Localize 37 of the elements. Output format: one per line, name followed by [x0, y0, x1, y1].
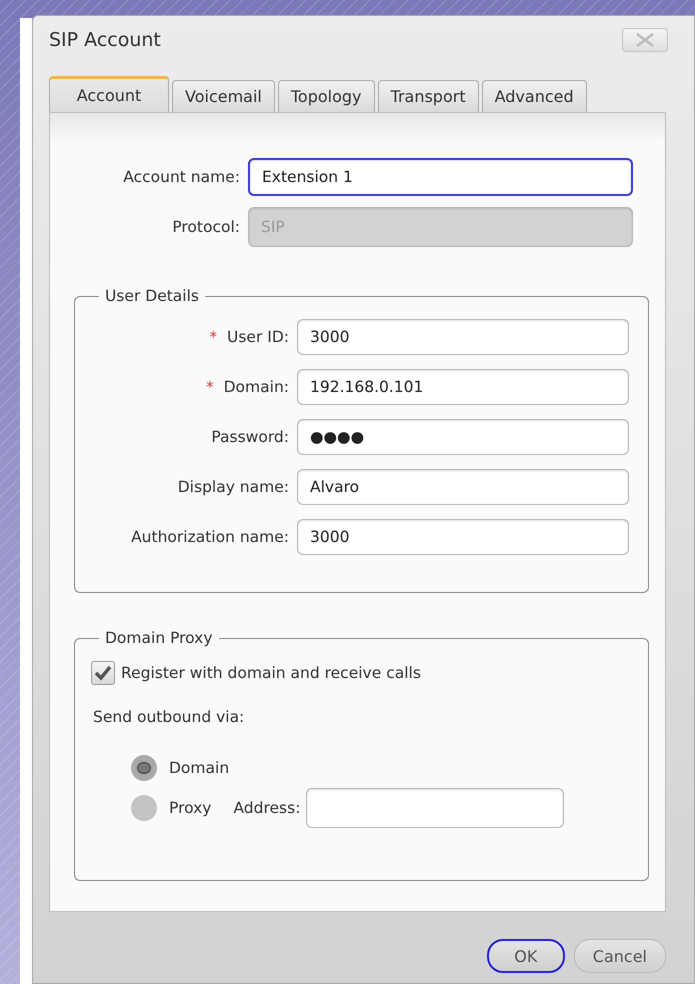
radio-label: Domain	[169, 759, 230, 777]
field-label: Authorization name:	[131, 528, 289, 546]
field-label: Protocol:	[171, 218, 240, 236]
field-label: User ID:	[227, 328, 289, 346]
required-mark: *	[210, 328, 217, 346]
section-label: Send outbound via:	[92, 708, 244, 726]
input-field[interactable]: ●●●●	[297, 419, 629, 455]
address-field[interactable]	[306, 788, 564, 828]
input-field[interactable]: 3000	[297, 519, 629, 555]
tab[interactable]: Topology	[278, 80, 375, 112]
group-title: User Details	[104, 287, 200, 305]
close-button[interactable]	[622, 28, 668, 52]
field-label: Display name:	[178, 478, 289, 496]
checkbox-label: Register with domain and receive calls	[121, 664, 421, 682]
input-field[interactable]: 192.168.0.101	[297, 369, 629, 405]
radio-label: Proxy	[169, 799, 212, 817]
field-label: Password:	[211, 428, 289, 446]
cancel-button[interactable]: Cancel	[574, 939, 666, 973]
field-label: Address:	[233, 799, 300, 817]
tab[interactable]: Account	[49, 76, 169, 112]
checkbox[interactable]	[91, 661, 115, 685]
checkmark-icon	[94, 665, 112, 681]
radio-button[interactable]	[131, 795, 157, 821]
input-field[interactable]: Extension 1	[248, 158, 633, 196]
field-label: Domain:	[224, 378, 289, 396]
tab[interactable]: Voicemail	[172, 80, 275, 112]
group-title: Domain Proxy	[104, 629, 214, 647]
input-field[interactable]: 3000	[297, 319, 629, 355]
close-icon	[634, 33, 656, 47]
ok-button[interactable]: OK	[486, 939, 565, 973]
tab[interactable]: Transport	[378, 80, 479, 112]
required-mark: *	[206, 378, 214, 396]
input-field[interactable]: Alvaro	[297, 469, 629, 505]
tab[interactable]: Advanced	[482, 80, 587, 112]
field-label: Account name:	[122, 168, 240, 186]
radio-button[interactable]	[131, 755, 157, 781]
window-title: SIP Account	[49, 29, 161, 51]
